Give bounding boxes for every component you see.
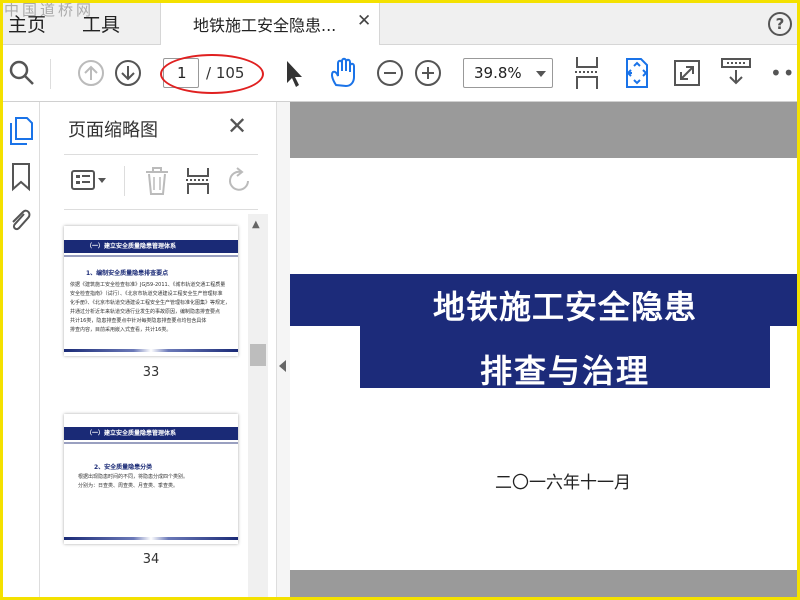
toolbar-separator: [50, 59, 51, 89]
help-icon[interactable]: ?: [768, 12, 792, 36]
thumbnail-footer-bar: [64, 537, 238, 540]
thumbnail-options-icon[interactable]: [70, 166, 110, 196]
document-page: 地铁施工安全隐患 排查与治理 二〇一六年十一月: [290, 158, 800, 570]
collapse-panel-icon[interactable]: [279, 360, 286, 372]
thumbnail-rule: [64, 442, 238, 444]
thumbnail-header-text: （一）建立安全质量隐患管理体系: [86, 430, 177, 437]
thumbnail-footer-bar: [64, 349, 238, 352]
tab-bar: 中国道桥网 主页 工具 地铁施工安全隐患... ✕ ?: [0, 0, 800, 45]
document-view[interactable]: 地铁施工安全隐患 排查与治理 二〇一六年十一月: [290, 102, 800, 600]
panel-toolbar-separator: [124, 166, 125, 196]
document-date: 二〇一六年十一月: [495, 473, 631, 493]
panel-collapse-strip[interactable]: [276, 102, 290, 600]
delete-page-icon[interactable]: [144, 166, 170, 196]
zoom-in-icon[interactable]: [414, 59, 442, 87]
previous-page-icon[interactable]: [77, 59, 105, 87]
page-thumbnails-icon[interactable]: [8, 116, 34, 146]
read-mode-icon[interactable]: [720, 57, 752, 89]
annotation-ellipse: [160, 54, 264, 94]
zoom-select[interactable]: 39.8%: [463, 58, 553, 88]
thumbnail-heading: 1、编制安全质量隐患排查要点: [86, 270, 169, 277]
scroll-up-icon[interactable]: ▲: [252, 219, 260, 230]
thumbnail-page-34[interactable]: （一）建立安全质量隐患管理体系 2、安全质量隐患分类 根据出现隐患时间的不同，将…: [64, 414, 238, 544]
next-page-icon[interactable]: [114, 59, 142, 87]
select-cursor-icon[interactable]: [282, 59, 306, 89]
full-screen-icon[interactable]: [673, 59, 701, 87]
panel-divider: [64, 154, 258, 155]
thumbnail-body: 根据出现隐患时间的不同，将隐患分成四个类别。 分别为：日查类、周查类、月查类、季…: [78, 474, 189, 489]
thumbnails-scrollbar[interactable]: ▲: [248, 214, 268, 600]
hand-tool-icon[interactable]: [328, 57, 358, 89]
close-tab-icon[interactable]: ✕: [357, 11, 371, 31]
document-title-line2: 排查与治理: [479, 352, 650, 390]
bookmark-icon[interactable]: [10, 162, 32, 192]
document-tab[interactable]: 地铁施工安全隐患... ✕: [160, 0, 380, 45]
thumbnail-header-text: （一）建立安全质量隐患管理体系: [86, 243, 177, 250]
chevron-down-icon: [536, 71, 546, 77]
thumbnail-header-bar: （一）建立安全质量隐患管理体系: [64, 427, 238, 440]
left-rail: [0, 102, 40, 600]
thumbnail-page-number: 33: [142, 365, 160, 380]
more-options-icon[interactable]: •••: [770, 61, 800, 85]
panel-divider: [64, 209, 258, 210]
search-icon[interactable]: [8, 59, 36, 87]
thumbnail-page-33[interactable]: （一）建立安全质量隐患管理体系 1、编制安全质量隐患排查要点 依据《建筑施工安全…: [64, 226, 238, 356]
rotate-page-icon[interactable]: [226, 166, 254, 196]
rail-active-indicator: [0, 112, 3, 154]
split-page-icon[interactable]: [185, 166, 211, 196]
thumbnail-heading: 2、安全质量隐患分类: [94, 464, 153, 471]
panel-title: 页面缩略图: [68, 120, 158, 141]
tab-tools[interactable]: 工具: [82, 10, 120, 37]
thumbnail-rule: [64, 255, 238, 257]
document-tab-title: 地铁施工安全隐患...: [193, 16, 337, 35]
thumbnail-page-number: 34: [142, 552, 160, 567]
zoom-out-icon[interactable]: [376, 59, 404, 87]
scrollbar-thumb[interactable]: [250, 344, 266, 366]
tab-home[interactable]: 主页: [8, 10, 46, 37]
fit-page-icon[interactable]: [574, 55, 600, 91]
thumbnail-header-bar: （一）建立安全质量隐患管理体系: [64, 240, 238, 253]
close-panel-icon[interactable]: ✕: [227, 112, 247, 140]
attachment-icon[interactable]: [8, 206, 32, 236]
fit-width-icon[interactable]: [624, 57, 650, 89]
thumbnails-panel: 页面缩略图 ✕ （一）建立安全质量隐患管理体系 1、编制安全质量隐患排查要点 依…: [40, 102, 276, 600]
thumbnail-body: 依据《建筑施工安全检查标准》JGJ59-2011、《城市轨道交通工程质量 安全检…: [70, 282, 231, 333]
zoom-value: 39.8%: [474, 64, 522, 82]
document-title-line1: 地铁施工安全隐患: [432, 288, 697, 326]
toolbar: 1 / 105 39.8% ••: [0, 45, 800, 102]
